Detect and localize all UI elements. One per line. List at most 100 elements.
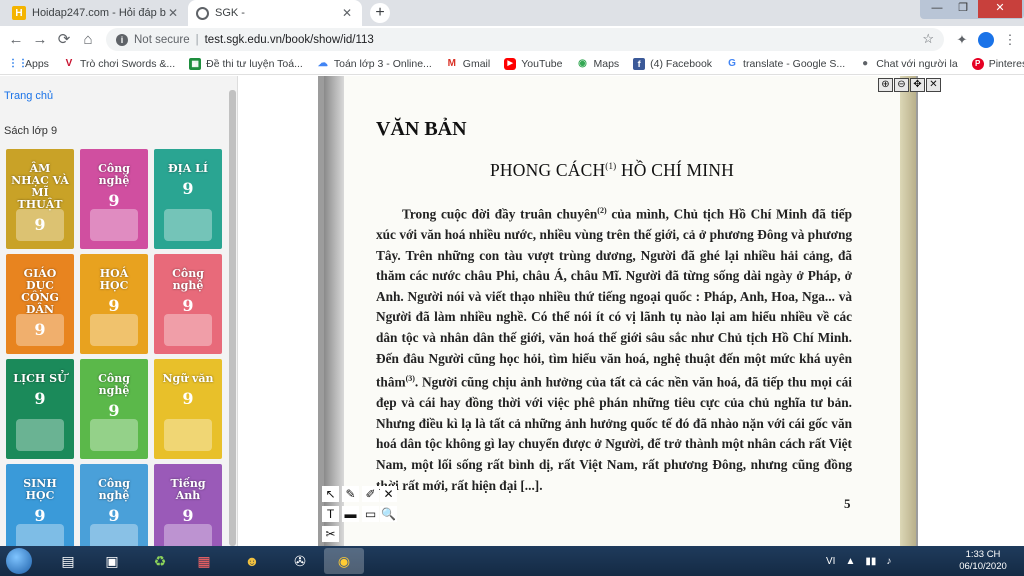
separator: | <box>195 33 199 46</box>
maximize-button[interactable]: ❐ <box>950 0 976 18</box>
bookmark-label: Đề thi tư luyện Toá... <box>206 57 303 70</box>
bookmark-swords[interactable]: V Trò chơi Swords &... <box>63 58 176 70</box>
book-number: 9 <box>108 191 120 210</box>
youtube-icon: ▶ <box>504 57 517 70</box>
bookmark-label: Apps <box>25 57 49 70</box>
book-cover-dia-li[interactable]: ĐỊA LÍ 9 <box>154 149 222 249</box>
close-window-button[interactable]: ✕ <box>978 0 1022 18</box>
clock[interactable]: 1:33 CH 06/10/2020 <box>952 549 1014 573</box>
bookmark-toan3[interactable]: ☁ Toán lớp 3 - Online... <box>317 58 432 70</box>
menu-kebab-icon[interactable]: ⋮ <box>1000 30 1020 50</box>
recycle-app-icon[interactable]: ♻ <box>140 548 180 574</box>
book-title: LỊCH SỬ <box>13 372 67 385</box>
book-title: Công nghệ <box>98 477 130 502</box>
presentation-app-icon[interactable]: ▣ <box>92 548 132 574</box>
zoom-out-icon[interactable]: ⊖ <box>894 78 909 92</box>
highlighter-tool-icon[interactable]: ✐ <box>362 486 379 502</box>
system-tray: VI ▲ ▮▮ ♪ <box>826 546 901 576</box>
book-number: 9 <box>182 296 194 315</box>
cover-art <box>90 209 138 241</box>
cut-tool-icon[interactable]: ✂ <box>322 526 339 542</box>
bookmark-youtube[interactable]: ▶ YouTube <box>504 57 562 70</box>
home-link[interactable]: Trang chủ <box>4 90 53 102</box>
book-number: 9 <box>34 389 46 408</box>
extensions-puzzle-icon[interactable]: ✦ <box>952 30 972 50</box>
bookmark-star-icon[interactable]: ☆ <box>922 31 934 47</box>
bookmark-facebook[interactable]: f (4) Facebook <box>633 57 713 70</box>
close-tab-icon[interactable]: ✕ <box>340 6 354 20</box>
language-indicator[interactable]: VI <box>826 556 835 567</box>
new-tab-button[interactable]: + <box>370 3 390 23</box>
sidebar-scrollbar[interactable] <box>229 90 236 546</box>
home-button[interactable]: ⌂ <box>78 30 98 50</box>
cover-art <box>90 314 138 346</box>
book-cover-am-nhac[interactable]: ÂM NHẠC VÀ MĨ THUẬT 9 <box>6 149 74 249</box>
forward-button[interactable]: → <box>30 30 50 50</box>
book-title: Công nghệ <box>172 267 204 292</box>
document-app-icon[interactable]: ▤ <box>48 548 88 574</box>
book-number: 9 <box>182 506 194 525</box>
start-button[interactable] <box>6 548 32 574</box>
bookmark-apps[interactable]: ⋮⋮ Apps <box>8 58 49 70</box>
book-number: 9 <box>108 401 120 420</box>
pointer-tool-icon[interactable]: ↖ <box>322 486 339 502</box>
move-icon[interactable]: ✥ <box>910 78 925 92</box>
note-tool-icon[interactable]: ▭ <box>362 506 379 522</box>
minimize-button[interactable]: — <box>924 0 950 18</box>
book-cover-hoa-hoc[interactable]: HOÁ HỌC 9 <box>80 254 148 354</box>
show-hidden-icon[interactable]: ▲ <box>845 556 855 567</box>
book-number: 9 <box>108 296 120 315</box>
cover-art <box>164 314 212 346</box>
bookmarks-bar: ⋮⋮ Apps V Trò chơi Swords &... ▦ Đề thi tư … <box>0 53 1024 75</box>
title-part: HỒ CHÍ MINH <box>616 160 734 180</box>
media-app-icon[interactable]: ✇ <box>280 548 320 574</box>
back-button[interactable]: ← <box>6 30 26 50</box>
info-icon[interactable]: i <box>116 33 128 46</box>
bookmark-dethi[interactable]: ▦ Đề thi tư luyện Toá... <box>189 57 303 70</box>
book-cover-lich-su[interactable]: LỊCH SỬ 9 <box>6 359 74 459</box>
security-label: Not secure <box>134 33 190 46</box>
tab-sgk[interactable]: SGK - ✕ <box>188 0 362 26</box>
shape-tool-icon[interactable]: ▬ <box>342 506 359 522</box>
chrome-app-icon[interactable]: ◉ <box>324 548 364 574</box>
book-cover-cong-nghe[interactable]: Công nghệ 9 <box>80 149 148 249</box>
book-title: Tiếng Anh <box>170 477 206 502</box>
footnote-ref: (2) <box>597 206 607 215</box>
bookmark-label: Maps <box>593 57 620 70</box>
footnote-ref: (1) <box>605 161 617 172</box>
address-bar[interactable]: i Not secure | test.sgk.edu.vn/book/show… <box>106 28 944 51</box>
tab-hoidap247[interactable]: H Hoidap247.com - Hỏi đáp bài tập ✕ <box>4 0 188 26</box>
search-tool-icon[interactable]: 🔍 <box>380 506 397 522</box>
body-text: Trong cuộc đời đầy truân chuyên <box>402 206 598 222</box>
chat-icon: ● <box>862 57 869 69</box>
pen-tool-icon[interactable]: ✎ <box>342 486 359 502</box>
zoom-in-icon[interactable]: ⊕ <box>878 78 893 92</box>
text-tool-icon[interactable]: T <box>322 506 339 522</box>
profile-avatar[interactable] <box>978 32 994 48</box>
url-text[interactable]: test.sgk.edu.vn/book/show/id/113 <box>205 34 374 46</box>
bookmark-gmail[interactable]: M Gmail <box>446 57 491 70</box>
bookmark-label: Gmail <box>462 57 491 70</box>
clear-tool-icon[interactable]: ✕ <box>380 486 397 502</box>
book-cover-cong-nghe[interactable]: Công nghệ 9 <box>154 254 222 354</box>
bookmark-label: (4) Facebook <box>650 57 713 70</box>
bookmark-translate[interactable]: Gtranslate - Google S... <box>726 58 845 70</box>
page-spine <box>324 76 344 546</box>
sidebar: Trang chủ Sách lớp 9 ÂM NHẠC VÀ MĨ THUẬT… <box>0 76 238 564</box>
bookmark-maps[interactable]: ◉ Maps <box>576 58 619 70</box>
book-cover-ngu-van[interactable]: Ngữ văn 9 <box>154 359 222 459</box>
zoom-toolbar: ⊕ ⊖ ✥ ✕ <box>878 78 941 92</box>
book-cover-cong-nghe[interactable]: Công nghệ 9 <box>80 359 148 459</box>
viewer-margin <box>918 76 1024 546</box>
book-cover-gdcd[interactable]: GIÁO DỤC CÔNG DÂN 9 <box>6 254 74 354</box>
bookmark-pinterest[interactable]: P Pinterest <box>971 57 1024 70</box>
bookmark-chat[interactable]: ● Chat với người la <box>859 58 958 70</box>
network-icon[interactable]: ▮▮ <box>865 556 876 567</box>
reload-button[interactable]: ⟳ <box>54 30 74 50</box>
game-app-icon[interactable]: ☻ <box>232 548 272 574</box>
close-tab-icon[interactable]: ✕ <box>166 6 180 20</box>
calendar-app-icon[interactable]: ▦ <box>184 548 224 574</box>
close-viewer-icon[interactable]: ✕ <box>926 78 941 92</box>
volume-icon[interactable]: ♪ <box>886 556 891 567</box>
book-title: Công nghệ <box>98 162 130 187</box>
